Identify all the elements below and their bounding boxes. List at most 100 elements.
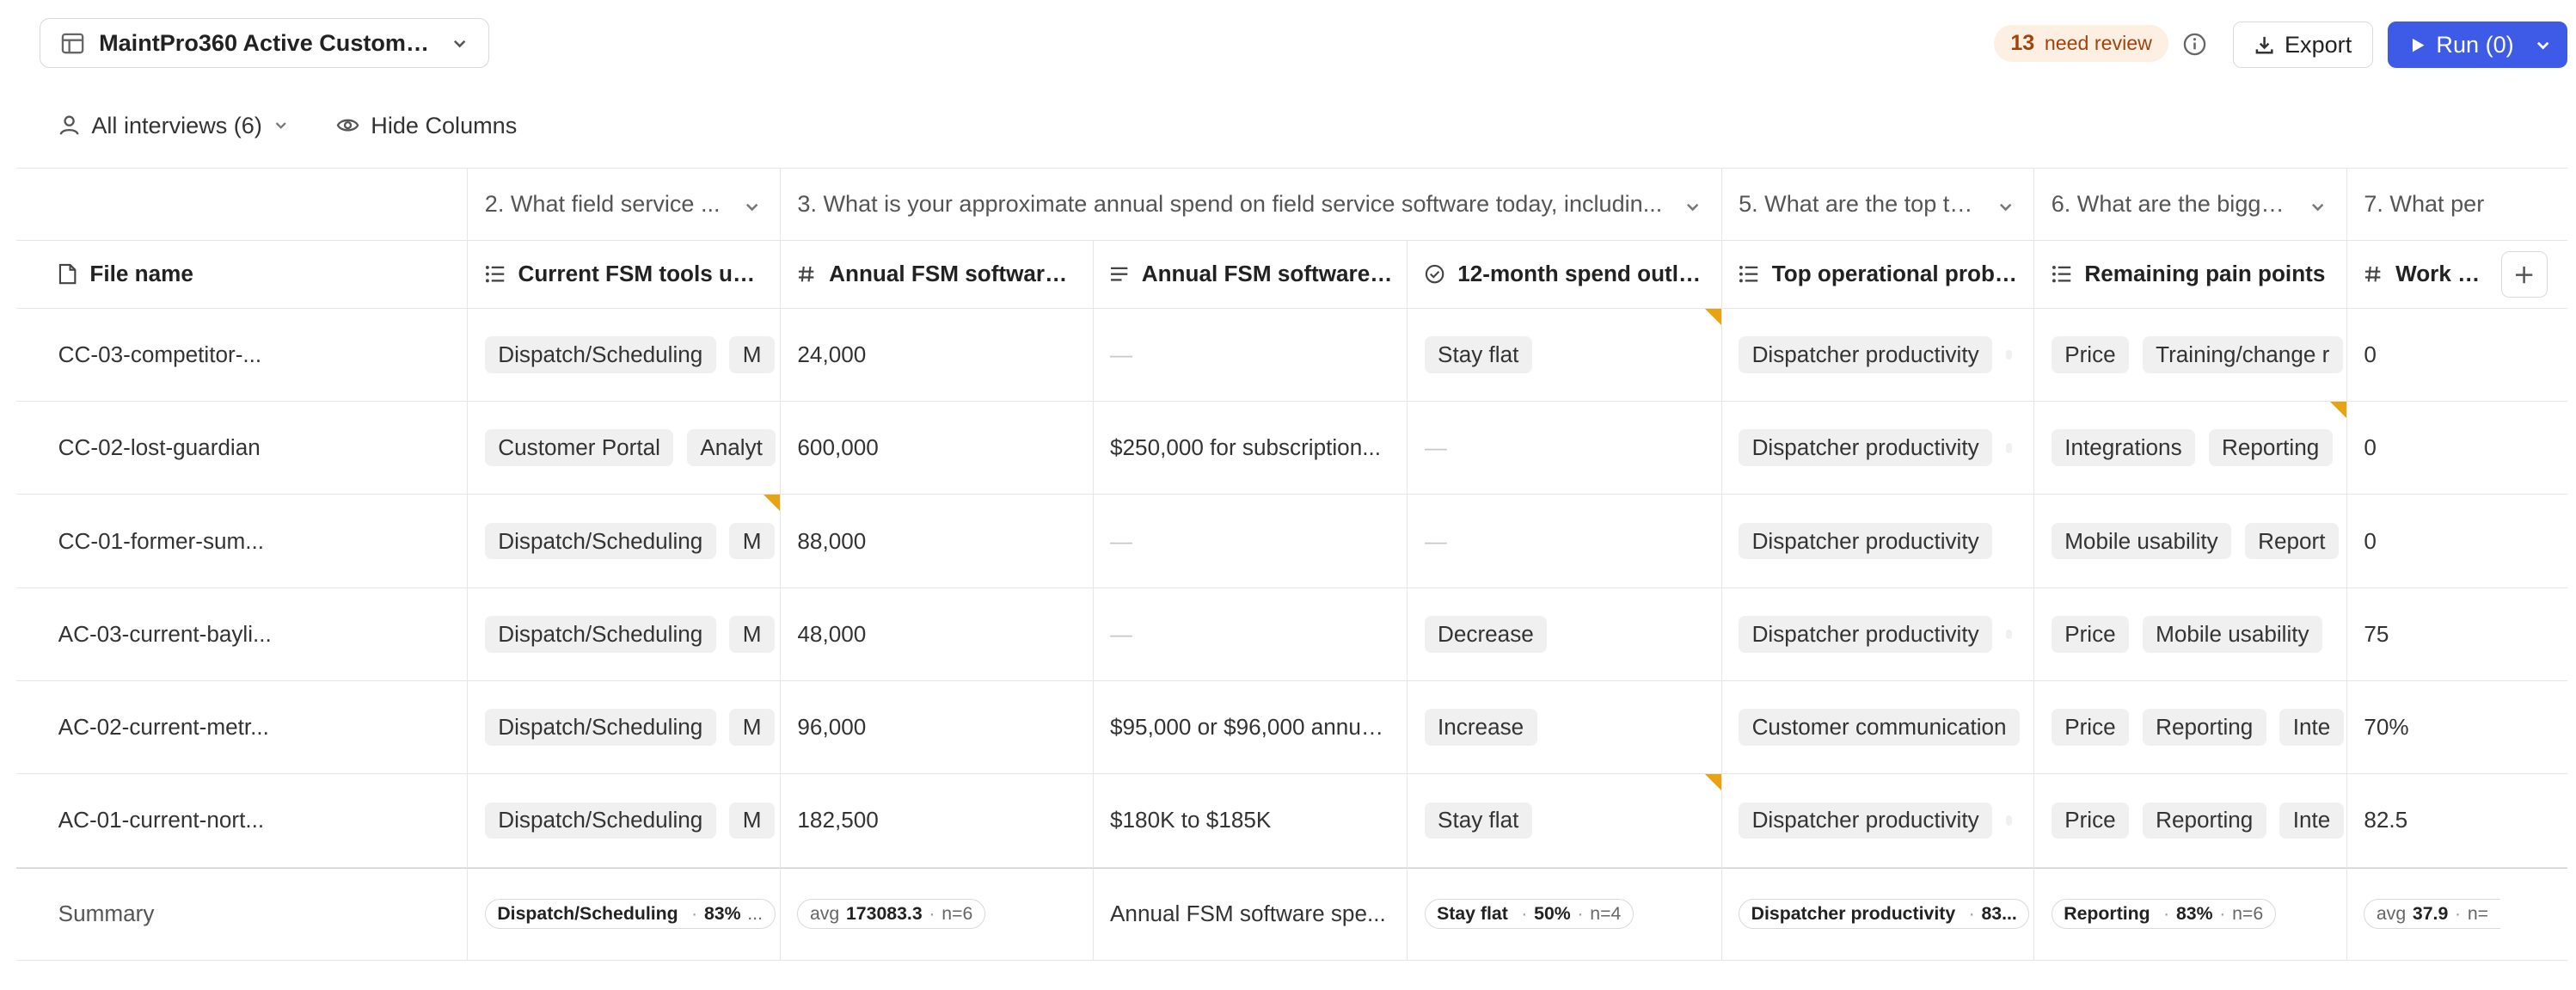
row-file-name[interactable]: AC-03-current-bayli... bbox=[16, 588, 468, 682]
tag: M bbox=[729, 802, 775, 839]
summary-outlook[interactable]: Stay flat · 50% · n=4 bbox=[1407, 867, 1721, 961]
row-pain-cell[interactable]: Price Reporting Inte bbox=[2033, 774, 2346, 868]
summary-spend-text[interactable]: Annual FSM software spe... bbox=[1092, 867, 1408, 961]
summary-pill: Reporting · 83% · n=6 bbox=[2051, 899, 2276, 930]
row-spend-cell[interactable]: 96,000 bbox=[780, 681, 1093, 775]
row-spend-cell[interactable]: 88,000 bbox=[780, 495, 1093, 588]
tag: Analyt bbox=[686, 429, 776, 467]
summary-pill: Dispatcher productivity · 83... bbox=[1739, 899, 2030, 930]
row-spend-cell[interactable]: 24,000 bbox=[780, 308, 1093, 403]
row-problems-cell[interactable]: Dispatcher productivity bbox=[1720, 774, 2034, 868]
row-work-cell[interactable]: 0 bbox=[2346, 308, 2568, 403]
row-spend-cell[interactable]: 182,500 bbox=[780, 774, 1093, 868]
summary-pain[interactable]: Reporting · 83% · n=6 bbox=[2033, 867, 2346, 961]
run-button[interactable]: Run (0) bbox=[2388, 22, 2568, 69]
row-spend-text-cell[interactable]: — bbox=[1092, 308, 1408, 403]
row-file-name[interactable]: CC-03-competitor-... bbox=[16, 309, 468, 403]
tag: Inte bbox=[2279, 709, 2344, 746]
row-spend-text-cell[interactable]: $95,000 or $96,000 annua... bbox=[1092, 681, 1408, 775]
row-work-cell[interactable]: 0 bbox=[2346, 495, 2568, 588]
row-tools-cell[interactable]: Dispatch/Scheduling M bbox=[467, 774, 781, 868]
row-spend-cell[interactable]: 600,000 bbox=[780, 402, 1093, 495]
column-header-work[interactable]: Work ord bbox=[2346, 240, 2499, 309]
review-flag bbox=[1704, 774, 1721, 791]
row-file-name[interactable]: AC-02-current-metr... bbox=[16, 681, 468, 775]
hash-icon bbox=[2365, 266, 2381, 282]
summary-work[interactable]: avg 37.9 · n= bbox=[2346, 867, 2568, 961]
row-pain-cell[interactable]: Price Mobile usability bbox=[2033, 587, 2346, 682]
list-icon bbox=[1739, 265, 1758, 283]
chevron-down-icon[interactable] bbox=[1684, 199, 1701, 215]
row-work-cell[interactable]: 70% bbox=[2346, 681, 2568, 775]
tag: M bbox=[729, 616, 775, 653]
column-header-label: File name bbox=[89, 261, 193, 287]
document-select[interactable]: MaintPro360 Active Customers... bbox=[40, 18, 489, 69]
row-tools-cell[interactable]: Dispatch/Scheduling M bbox=[467, 308, 781, 403]
interviews-filter[interactable]: All interviews (6) bbox=[58, 112, 289, 139]
chevron-down-icon[interactable] bbox=[744, 199, 760, 215]
row-outlook-cell[interactable]: Decrease bbox=[1407, 587, 1721, 682]
row-tools-cell[interactable]: Customer Portal Analyt bbox=[467, 402, 781, 495]
row-problems-cell[interactable]: Customer communication bbox=[1720, 681, 2034, 775]
tag: Reporting bbox=[2208, 429, 2333, 467]
row-spend-text-cell[interactable]: $250,000 for subscription... bbox=[1092, 402, 1408, 495]
info-icon[interactable] bbox=[2182, 32, 2207, 57]
column-header-problems[interactable]: Top operational proble... bbox=[1720, 240, 2034, 309]
row-outlook-cell[interactable]: — bbox=[1407, 402, 1721, 495]
row-problems-cell[interactable]: Dispatcher productivity bbox=[1720, 402, 2034, 495]
summary-tools[interactable]: Dispatch/Scheduling · 83%... bbox=[467, 867, 781, 961]
column-header-label: Current FSM tools used bbox=[518, 261, 767, 287]
chevron-down-icon[interactable] bbox=[2535, 37, 2551, 53]
column-header-label: Annual FSM software ... bbox=[829, 261, 1080, 287]
summary-spend[interactable]: avg 173083.3 · n=6 bbox=[780, 867, 1093, 961]
row-work-cell[interactable]: 82.5 bbox=[2346, 774, 2568, 868]
row-file-name[interactable]: CC-01-former-sum... bbox=[16, 495, 468, 588]
row-file-name[interactable]: AC-01-current-nort... bbox=[16, 774, 468, 868]
row-problems-cell[interactable]: Dispatcher productivity bbox=[1720, 587, 2034, 682]
group-header-q2[interactable]: 2. What field service ... bbox=[467, 169, 781, 241]
row-outlook-cell[interactable]: — bbox=[1407, 495, 1721, 588]
hide-columns-button[interactable]: Hide Columns bbox=[336, 112, 517, 139]
row-spend-text-cell[interactable]: — bbox=[1092, 495, 1408, 588]
chevron-down-icon[interactable] bbox=[2309, 199, 2326, 215]
chevron-down-icon[interactable] bbox=[1997, 199, 2014, 215]
review-badge[interactable]: 13 need review bbox=[1993, 25, 2169, 62]
column-header-pain[interactable]: Remaining pain points bbox=[2033, 240, 2346, 309]
row-spend-cell[interactable]: 48,000 bbox=[780, 587, 1093, 682]
tag: Stay flat bbox=[1424, 802, 1532, 839]
row-tools-cell[interactable]: Dispatch/Scheduling M bbox=[467, 681, 781, 775]
row-pain-cell[interactable]: Price Reporting Inte bbox=[2033, 681, 2346, 775]
data-grid: 2. What field service ... 3. What is you… bbox=[16, 168, 2568, 961]
summary-pill: Stay flat · 50% · n=4 bbox=[1424, 899, 1634, 930]
row-work-cell[interactable]: 75 bbox=[2346, 587, 2568, 682]
group-header-q3[interactable]: 3. What is your approximate annual spend… bbox=[780, 169, 1721, 241]
row-outlook-cell[interactable]: Stay flat bbox=[1407, 308, 1721, 403]
group-header-q5[interactable]: 5. What are the top thr... bbox=[1720, 169, 2034, 241]
column-header-spend[interactable]: Annual FSM software ... bbox=[780, 240, 1093, 309]
column-header-file-name[interactable]: File name bbox=[16, 241, 468, 309]
tag: Mobile usability bbox=[2142, 616, 2323, 653]
group-header-q6[interactable]: 6. What are the bigges... bbox=[2033, 169, 2346, 241]
group-header-q7[interactable]: 7. What per bbox=[2346, 169, 2568, 241]
column-header-outlook[interactable]: 12-month spend outlo... bbox=[1407, 240, 1721, 309]
row-outlook-cell[interactable]: Increase bbox=[1407, 681, 1721, 775]
row-spend-text-cell[interactable]: $180K to $185K bbox=[1092, 774, 1408, 868]
row-tools-cell[interactable]: Dispatch/Scheduling M bbox=[467, 587, 781, 682]
row-problems-cell[interactable]: Dispatcher productivity bbox=[1720, 308, 2034, 403]
row-work-cell[interactable]: 0 bbox=[2346, 402, 2568, 495]
summary-problems[interactable]: Dispatcher productivity · 83... bbox=[1720, 867, 2034, 961]
row-problems-cell[interactable]: Dispatcher productivity bbox=[1720, 495, 2034, 588]
summary-pill: Dispatch/Scheduling · 83%... bbox=[484, 899, 776, 930]
row-spend-text-cell[interactable]: — bbox=[1092, 587, 1408, 682]
export-button[interactable]: Export bbox=[2233, 22, 2373, 69]
tag: M bbox=[729, 336, 775, 373]
column-header-spend-text[interactable]: Annual FSM software ... bbox=[1092, 240, 1408, 309]
row-tools-cell[interactable]: Dispatch/Scheduling M bbox=[467, 495, 781, 588]
row-pain-cell[interactable]: Mobile usability Report bbox=[2033, 495, 2346, 588]
row-pain-cell[interactable]: Price Training/change r bbox=[2033, 308, 2346, 403]
row-pain-cell[interactable]: Integrations Reporting bbox=[2033, 402, 2346, 495]
row-file-name[interactable]: CC-02-lost-guardian bbox=[16, 402, 468, 495]
column-header-tools[interactable]: Current FSM tools used bbox=[467, 240, 781, 309]
add-column-button[interactable] bbox=[2500, 251, 2548, 298]
row-outlook-cell[interactable]: Stay flat bbox=[1407, 774, 1721, 868]
